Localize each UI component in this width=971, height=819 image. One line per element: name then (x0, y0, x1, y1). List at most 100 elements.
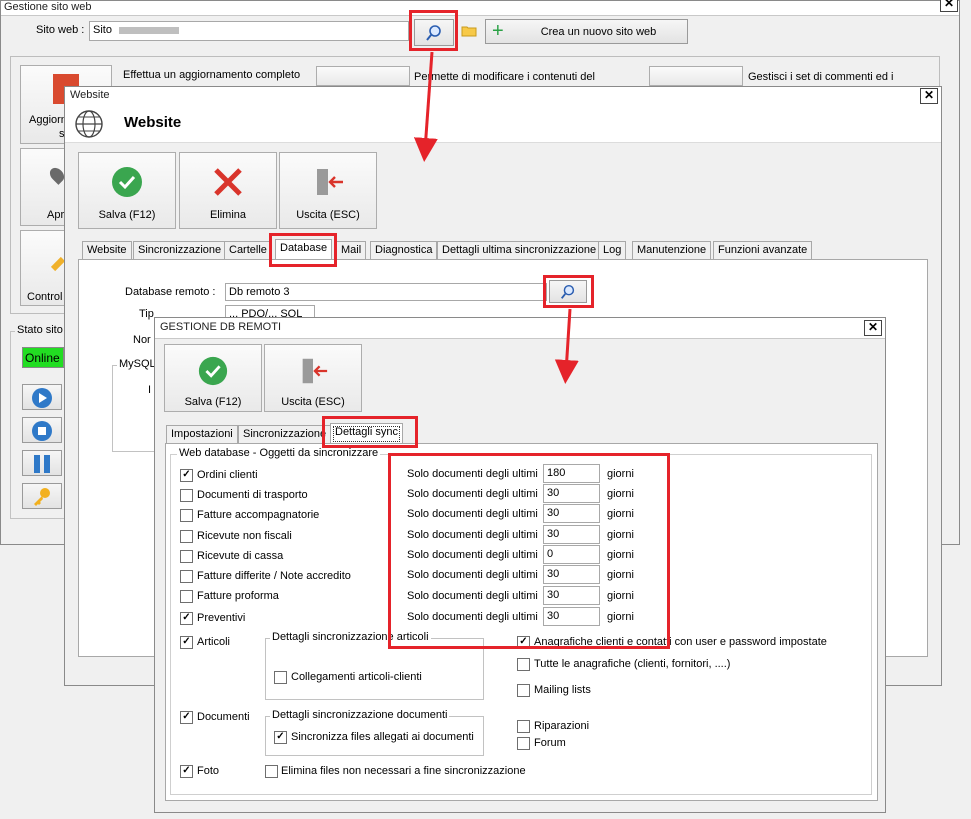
remote-db-input[interactable]: Db remoto 3 (225, 283, 547, 301)
dbremoti-titlebar: GESTIONE DB REMOTI (155, 318, 885, 339)
main-close-button[interactable]: ✕ (940, 0, 958, 12)
checkbox-sincronizza-files[interactable]: ✓ (274, 731, 287, 744)
main-title: Gestione sito web (4, 1, 92, 13)
label-tutte-anagrafiche: Tutte le anagrafiche (clienti, fornitori… (534, 658, 731, 670)
checkbox-ordini-clienti[interactable]: ✓ (180, 469, 193, 482)
label-fatture-accompagnatorie: Fatture accompagnatorie (197, 509, 320, 521)
label-ricevute-cassa: Ricevute di cassa (197, 550, 284, 562)
tile1-text: Effettua un aggiornamento completo (123, 69, 301, 81)
tile2-text: Permette di modificare i contenuti del (414, 71, 595, 83)
dbremoti-tabbar: Impostazioni Sincronizzazione Dettagli s… (166, 423, 466, 445)
tab-funzioni-avanzate[interactable]: Funzioni avanzate (713, 241, 813, 260)
play-button[interactable] (22, 384, 62, 410)
highlight-days-block (388, 453, 670, 649)
label-articoli: Articoli (197, 636, 231, 648)
tab-cartelle[interactable]: Cartelle (224, 241, 272, 260)
label-fatture-proforma: Fatture proforma (197, 590, 279, 602)
checkbox-documenti[interactable]: ✓ (180, 711, 193, 724)
checkbox-collegamenti-articoli-clienti[interactable] (274, 671, 287, 684)
type-label: Tip (139, 308, 154, 320)
main-titlebar: Gestione sito web (1, 1, 959, 16)
tile2-button[interactable] (316, 66, 410, 86)
website-titlebar: Website (65, 87, 941, 106)
label-ricevute-non-fiscali: Ricevute non fiscali (197, 530, 292, 542)
dbremoti-title: GESTIONE DB REMOTI (160, 321, 282, 333)
site-label: Sito web : (36, 24, 85, 36)
label-ordini-clienti: Ordini clienti (197, 469, 258, 481)
highlight-dettagli-sync-tab (322, 416, 418, 448)
check-circle-icon (198, 356, 228, 386)
website-header: Website (65, 105, 941, 143)
tab-website[interactable]: Website (82, 241, 132, 260)
play-icon (32, 388, 52, 408)
checkbox-ricevute-cassa[interactable] (180, 550, 193, 563)
key-button[interactable] (22, 483, 62, 509)
new-site-button[interactable]: + Crea un nuovo sito web (485, 19, 688, 44)
tab-sync[interactable]: Sincronizzazione (238, 425, 332, 444)
exit-door-icon (317, 169, 343, 195)
label-mailing-lists: Mailing lists (534, 684, 591, 696)
checkbox-fatture-accompagnatorie[interactable] (180, 509, 193, 522)
checkbox-riparazioni[interactable] (517, 720, 530, 733)
checkbox-foto[interactable]: ✓ (180, 765, 193, 778)
delete-x-icon (214, 168, 242, 196)
pencil-icon (50, 256, 66, 272)
folder-icon[interactable] (461, 24, 477, 37)
site-input[interactable]: Sito (89, 21, 409, 41)
tab-dettagli-ultima-sincronizzazione[interactable]: Dettagli ultima sincronizzazione (437, 241, 602, 260)
dbremoti-exit-button[interactable]: Uscita (ESC) (264, 344, 362, 412)
checkbox-fatture-differite[interactable] (180, 570, 193, 583)
checkbox-preventivi[interactable]: ✓ (180, 612, 193, 625)
stop-button[interactable] (22, 417, 62, 443)
tab-mail[interactable]: Mail (336, 241, 367, 260)
tab-manutenzione[interactable]: Manutenzione (632, 241, 712, 260)
checkbox-ricevute-non-fiscali[interactable] (180, 530, 193, 543)
tile3-button[interactable] (649, 66, 743, 86)
label-riparazioni: Riparazioni (534, 720, 590, 732)
key-icon (34, 488, 50, 506)
tab-impostazioni[interactable]: Impostazioni (166, 425, 238, 444)
tile3-text: Gestisci i set di commenti ed i (748, 71, 894, 83)
label-foto: Foto (197, 765, 220, 777)
highlight-database-tab (269, 233, 337, 267)
label-collegamenti-articoli-clienti: Collegamenti articoli-clienti (291, 671, 422, 683)
checkbox-fatture-proforma[interactable] (180, 590, 193, 603)
checkbox-tutte-anagrafiche[interactable] (517, 658, 530, 671)
checkbox-articoli[interactable]: ✓ (180, 636, 193, 649)
tab-log[interactable]: Log (598, 241, 627, 260)
check-circle-icon (112, 167, 142, 197)
website-heading: Website (124, 114, 182, 131)
label-forum: Forum (534, 737, 566, 749)
label-fatture-differite: Fatture differite / Note accredito (197, 570, 351, 582)
label-sincronizza-files: Sincronizza files allegati ai documenti (291, 731, 474, 743)
plus-icon: + (492, 20, 504, 42)
checkbox-elimina-files[interactable] (265, 765, 278, 778)
website-title: Website (70, 89, 110, 101)
exit-door-icon (302, 358, 328, 384)
dbremoti-save-button[interactable]: Salva (F12) (164, 344, 262, 412)
highlight-remote-db-search (543, 275, 594, 308)
status-online-badge: Online (22, 347, 64, 368)
website-delete-button[interactable]: Elimina (179, 152, 277, 229)
pause-button[interactable] (22, 450, 62, 476)
remote-db-label: Database remoto : (125, 286, 216, 298)
label-documenti: Documenti (197, 711, 250, 723)
tab-sincronizzazione[interactable]: Sincronizzazione (133, 241, 227, 260)
dbremoti-close-button[interactable]: ✕ (864, 320, 882, 336)
mysql-partial-label: I (148, 384, 152, 396)
checkbox-forum[interactable] (517, 737, 530, 750)
checkbox-documenti-trasporto[interactable] (180, 489, 193, 502)
website-save-button[interactable]: Salva (F12) (78, 152, 176, 229)
label-documenti-trasporto: Documenti di trasporto (197, 489, 308, 501)
website-tabbar: Website Sincronizzazione Cartelle Databa… (82, 239, 932, 261)
label-preventivi: Preventivi (197, 612, 246, 624)
label-elimina-files: Elimina files non necessari a fine sincr… (281, 765, 526, 777)
tab-diagnostica[interactable]: Diagnostica (370, 241, 438, 260)
website-close-button[interactable]: ✕ (920, 88, 938, 104)
checkbox-mailing-lists[interactable] (517, 684, 530, 697)
highlight-site-search (409, 10, 458, 51)
website-exit-button[interactable]: Uscita (ESC) (279, 152, 377, 229)
stop-icon (32, 421, 52, 441)
pause-icon (34, 455, 50, 473)
globe-icon (75, 110, 103, 138)
